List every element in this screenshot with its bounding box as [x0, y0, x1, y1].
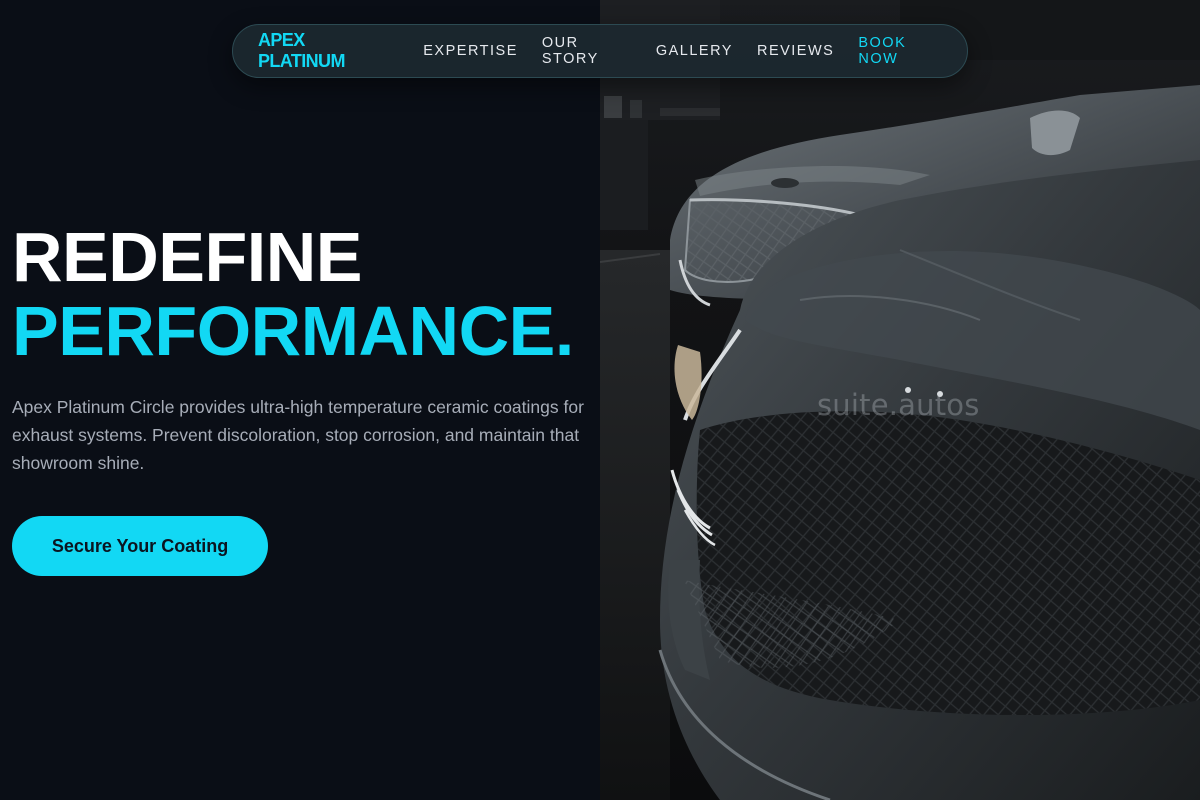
top-navigation: APEX PLATINUM EXPERTISE OUR STORY GALLER…: [232, 24, 968, 78]
headline-line-2: PERFORMANCE.: [12, 292, 574, 370]
hero-text-panel: REDEFINE PERFORMANCE. Apex Platinum Circ…: [0, 0, 600, 800]
brand-logo[interactable]: APEX PLATINUM: [258, 30, 391, 72]
hero-headline: REDEFINE PERFORMANCE.: [12, 222, 574, 370]
nav-link-gallery[interactable]: GALLERY: [656, 43, 733, 59]
nav-link-reviews[interactable]: REVIEWS: [757, 43, 834, 59]
nav-links: EXPERTISE OUR STORY GALLERY REVIEWS BOOK…: [423, 35, 943, 67]
secure-coating-button[interactable]: Secure Your Coating: [12, 516, 268, 576]
hero-description: Apex Platinum Circle provides ultra-high…: [12, 397, 584, 473]
book-now-link[interactable]: BOOK NOW: [858, 35, 943, 67]
nav-link-expertise[interactable]: EXPERTISE: [423, 43, 518, 59]
nav-link-our-story[interactable]: OUR STORY: [542, 35, 632, 67]
headline-line-1: REDEFINE: [12, 218, 362, 296]
watermark-text: suite.autos: [817, 388, 980, 422]
